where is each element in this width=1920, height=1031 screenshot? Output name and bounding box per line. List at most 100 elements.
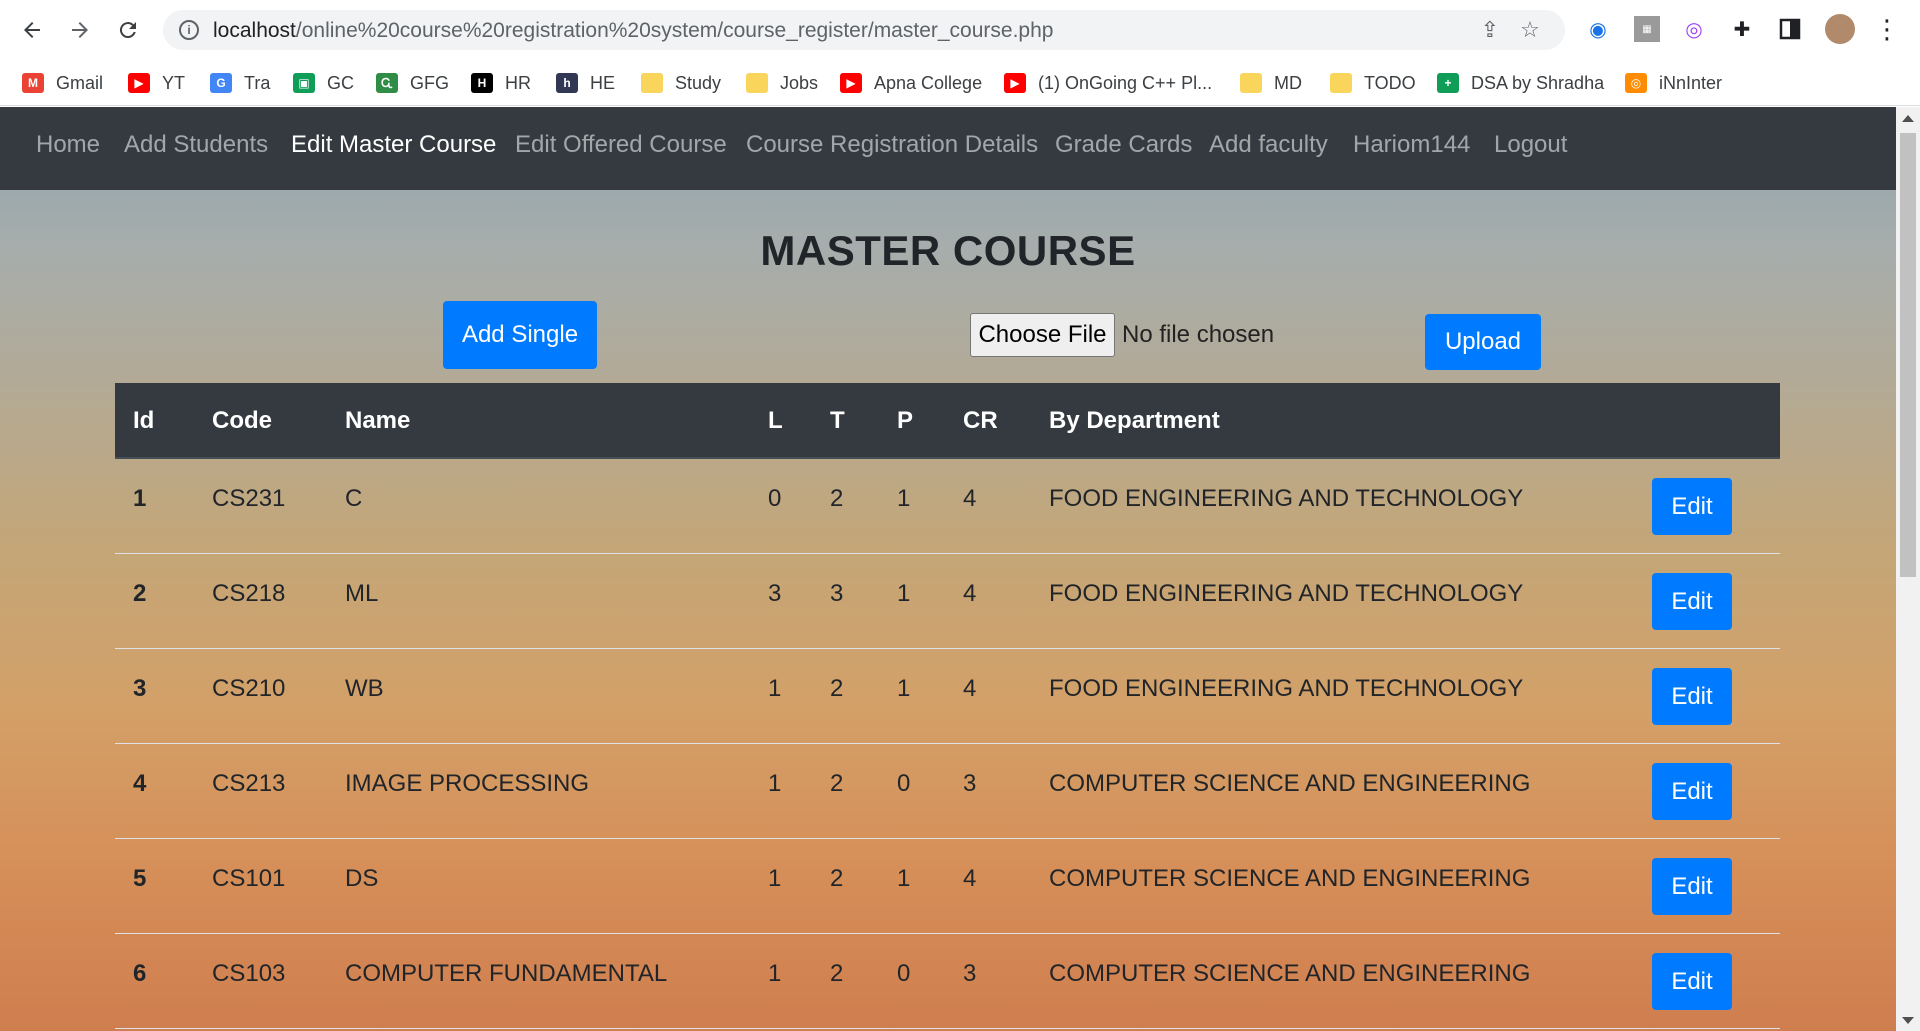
cell-department: COMPUTER SCIENCE AND ENGINEERING: [1049, 865, 1531, 892]
cell-code: CS103: [212, 960, 286, 987]
youtube-icon: ▶: [1004, 73, 1026, 93]
bookmark-label: Apna College: [874, 72, 983, 93]
table-header: Id Code Name L T P CR By Department: [115, 383, 1780, 459]
more-menu-icon[interactable]: ⋮: [1874, 14, 1900, 44]
site-info-icon[interactable]: i: [179, 20, 199, 40]
folder-icon: [1330, 73, 1352, 93]
bookmark-label: HE: [590, 72, 616, 93]
cell-cr: 4: [963, 485, 977, 512]
site-icon: ◎: [1625, 73, 1647, 93]
cell-department: FOOD ENGINEERING AND TECHNOLOGY: [1049, 580, 1524, 607]
nav-link-course-registration-details[interactable]: Course Registration Details: [746, 131, 1038, 159]
nav-link-add-faculty[interactable]: Add faculty: [1209, 131, 1328, 159]
share-icon[interactable]: ⇪: [1478, 18, 1502, 42]
bookmark-todo[interactable]: TODO: [1330, 70, 1416, 96]
bookmark-label: Study: [675, 72, 722, 93]
table-row: 2 CS218 ML 3 3 1 4 FOOD ENGINEERING AND TECHNOL…: [115, 554, 1780, 649]
cell-id: 2: [133, 580, 147, 607]
cell-l: 1: [768, 960, 782, 987]
reload-icon[interactable]: [112, 14, 144, 46]
page-viewport: Home Add Students Edit Master Course Edit O…: [0, 107, 1896, 1031]
table-row: 6 CS103 COMPUTER FUNDAMENTAL 1 2 0 3 COMPUTER S…: [115, 934, 1780, 1029]
nav-link-hariom144[interactable]: Hariom144: [1353, 131, 1470, 159]
table-row: 1 CS231 C 0 2 1 4 FOOD ENGINEERING AND TECHNOLO…: [115, 459, 1780, 554]
url-text[interactable]: localhost/online%20course%20registration…: [213, 19, 1053, 43]
bookmark-study[interactable]: Study: [641, 70, 721, 96]
cell-id: 5: [133, 865, 147, 892]
nav-link-add-students[interactable]: Add Students: [124, 131, 268, 159]
cell-code: CS218: [212, 580, 286, 607]
bookmark-label: Jobs: [780, 72, 819, 93]
nav-link-edit-offered-course[interactable]: Edit Offered Course: [515, 131, 727, 159]
cell-l: 1: [768, 675, 782, 702]
edit-button[interactable]: Edit: [1652, 858, 1732, 915]
edit-button[interactable]: Edit: [1652, 763, 1732, 820]
top-navbar: Home Add Students Edit Master Course Edit O…: [0, 107, 1896, 190]
bookmark-gmail[interactable]: M Gmail: [22, 70, 103, 96]
table-row: 4 CS213 IMAGE PROCESSING 1 2 0 3 COMPUTER SCIEN…: [115, 744, 1780, 839]
bookmark-gc[interactable]: ▣ GC: [293, 70, 354, 96]
translate-icon: G: [210, 73, 232, 93]
cell-name: ML: [345, 580, 379, 607]
profile-avatar[interactable]: [1825, 14, 1855, 44]
cell-code: CS101: [212, 865, 286, 892]
bookmark-tra[interactable]: G Tra: [210, 70, 270, 96]
broadcast-extension-icon[interactable]: ◎: [1681, 16, 1707, 42]
edit-button[interactable]: Edit: [1652, 478, 1732, 535]
cell-p: 0: [897, 770, 911, 797]
bookmark-jobs[interactable]: Jobs: [746, 70, 818, 96]
youtube-icon: ▶: [840, 73, 862, 93]
choose-file-button[interactable]: Choose File: [970, 313, 1115, 357]
folder-icon: [746, 73, 768, 93]
edit-button[interactable]: Edit: [1652, 573, 1732, 630]
cell-t: 2: [830, 960, 844, 987]
bookmark-he[interactable]: h HE: [556, 70, 615, 96]
edit-button[interactable]: Edit: [1652, 953, 1732, 1010]
edit-button[interactable]: Edit: [1652, 668, 1732, 725]
address-bar[interactable]: i localhost/online%20course%20registrati…: [163, 10, 1565, 50]
cell-id: 4: [133, 770, 147, 797]
nav-link-home[interactable]: Home: [36, 131, 100, 159]
cell-t: 2: [830, 770, 844, 797]
add-single-button[interactable]: Add Single: [443, 301, 597, 369]
nav-link-grade-cards[interactable]: Grade Cards: [1055, 131, 1192, 159]
cell-department: FOOD ENGINEERING AND TECHNOLOGY: [1049, 675, 1524, 702]
bookmark-star-icon[interactable]: ☆: [1518, 18, 1542, 42]
cell-p: 0: [897, 960, 911, 987]
scroll-up-arrow-icon[interactable]: [1902, 115, 1914, 122]
bookmark-dsa-by-shradha[interactable]: + DSA by Shradha: [1437, 70, 1604, 96]
extensions-puzzle-icon[interactable]: ✚: [1729, 16, 1755, 42]
bookmark-inninter[interactable]: ◎ iNnInter: [1625, 70, 1722, 96]
bookmark-hr[interactable]: H HR: [471, 70, 531, 96]
cell-p: 1: [897, 485, 911, 512]
bookmark-label: TODO: [1364, 72, 1416, 93]
nav-link-edit-master-course[interactable]: Edit Master Course: [291, 131, 496, 159]
back-arrow-icon[interactable]: [16, 14, 48, 46]
table-body: 1 CS231 C 0 2 1 4 FOOD ENGINEERING AND TECHNOLO…: [115, 459, 1780, 1029]
forward-arrow-icon[interactable]: [64, 14, 96, 46]
gfg-icon: Ꮹ: [376, 73, 398, 93]
cell-name: IMAGE PROCESSING: [345, 770, 590, 797]
column-header-name: Name: [345, 407, 411, 434]
bookmark-yt[interactable]: ▶ YT: [128, 70, 185, 96]
bookmark-apna-college[interactable]: ▶ Apna College: [840, 70, 982, 96]
column-header-cr: CR: [963, 407, 998, 434]
screen-capture-extension-icon[interactable]: ◉: [1585, 16, 1611, 42]
cell-code: CS231: [212, 485, 286, 512]
scroll-down-arrow-icon[interactable]: [1902, 1017, 1914, 1024]
cell-department: COMPUTER SCIENCE AND ENGINEERING: [1049, 770, 1531, 797]
bookmark-1-ongoing-c-pl[interactable]: ▶ (1) OnGoing C++ Pl...: [1004, 70, 1212, 96]
cell-l: 1: [768, 865, 782, 892]
nav-link-logout[interactable]: Logout: [1494, 131, 1567, 159]
cell-name: C: [345, 485, 363, 512]
vertical-scrollbar[interactable]: [1896, 107, 1920, 1031]
bookmark-md[interactable]: MD: [1240, 70, 1302, 96]
bookmark-gfg[interactable]: Ꮹ GFG: [376, 70, 449, 96]
youtube-icon: ▶: [128, 73, 150, 93]
upload-button[interactable]: Upload: [1425, 314, 1541, 370]
scrollbar-thumb[interactable]: [1900, 133, 1916, 577]
bookmark-label: YT: [162, 72, 186, 93]
side-panel-icon[interactable]: [1777, 16, 1803, 42]
extension-thumbnail-icon[interactable]: ▦: [1634, 16, 1660, 42]
bookmark-label: Tra: [244, 72, 271, 93]
